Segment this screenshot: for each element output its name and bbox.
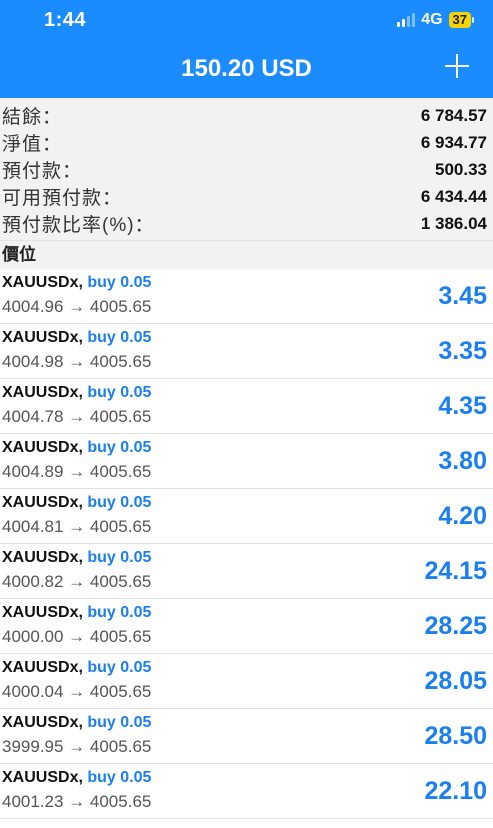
position-header: XAUUSDx, buy 0.05 (2, 384, 151, 402)
position-side: buy 0.05 (87, 439, 152, 456)
position-row[interactable]: XAUUSDx, buy 0.05 4000.82 → 4005.65 24.1… (0, 544, 493, 599)
position-symbol: XAUUSDx, (2, 549, 83, 566)
position-profit: 22.10 (424, 777, 487, 805)
summary-row: 結餘： 6 784.57 (2, 102, 487, 129)
position-symbol: XAUUSDx, (2, 659, 83, 676)
summary-row: 預付款比率(%)： 1 386.04 (2, 210, 487, 237)
position-profit: 4.20 (438, 502, 487, 530)
status-bar: 1:44 4G 37 (0, 0, 493, 38)
position-side: buy 0.05 (87, 769, 152, 786)
position-prices: 4001.23 → 4005.65 (2, 792, 152, 811)
position-profit: 3.45 (438, 282, 487, 310)
position-prices: 4000.82 → 4005.65 (2, 572, 152, 591)
battery-level: 37 (452, 12, 467, 27)
position-side: buy 0.05 (87, 329, 152, 346)
position-header: XAUUSDx, buy 0.05 (2, 659, 151, 677)
position-header: XAUUSDx, buy 0.05 (2, 714, 151, 732)
position-profit: 28.05 (424, 667, 487, 695)
position-row[interactable]: XAUUSDx, buy 0.05 4004.89 → 4005.65 3.80 (0, 434, 493, 489)
position-side: buy 0.05 (87, 659, 152, 676)
position-profit: 3.35 (438, 337, 487, 365)
position-row[interactable]: XAUUSDx, buy 0.05 4001.23 → 4005.65 22.1… (0, 764, 493, 819)
position-header: XAUUSDx, buy 0.05 (2, 494, 151, 512)
position-profit: 28.25 (424, 612, 487, 640)
positions-section-title: 價位 (0, 240, 493, 269)
status-time: 1:44 (44, 9, 87, 31)
position-profit: 3.80 (438, 447, 487, 475)
summary-value: 6 934.77 (420, 132, 487, 152)
summary-label: 淨值： (2, 134, 63, 155)
position-prices: 3999.95 → 4005.65 (2, 737, 152, 756)
position-prices: 4004.96 → 4005.65 (2, 297, 152, 316)
position-header: XAUUSDx, buy 0.05 (2, 439, 151, 457)
summary-label: 預付款比率(%)： (2, 215, 155, 236)
position-header: XAUUSDx, buy 0.05 (2, 329, 151, 347)
position-header: XAUUSDx, buy 0.05 (2, 274, 151, 292)
position-profit: 24.15 (424, 557, 487, 585)
position-symbol: XAUUSDx, (2, 604, 83, 621)
position-symbol: XAUUSDx, (2, 329, 83, 346)
network-label: 4G (421, 11, 443, 28)
position-side: buy 0.05 (87, 384, 152, 401)
position-prices: 4004.89 → 4005.65 (2, 462, 152, 481)
position-symbol: XAUUSDx, (2, 494, 83, 511)
summary-value: 500.33 (435, 159, 487, 179)
summary-row: 可用預付款： 6 434.44 (2, 183, 487, 210)
summary-value: 6 784.57 (420, 105, 487, 125)
position-row[interactable]: XAUUSDx, buy 0.05 4000.00 → 4005.65 28.2… (0, 599, 493, 654)
position-row[interactable]: XAUUSDx, buy 0.05 4004.78 → 4005.65 4.35 (0, 379, 493, 434)
position-side: buy 0.05 (87, 274, 152, 291)
position-header: XAUUSDx, buy 0.05 (2, 549, 151, 567)
position-symbol: XAUUSDx, (2, 714, 83, 731)
summary-row: 預付款： 500.33 (2, 156, 487, 183)
summary-label: 可用預付款： (2, 188, 123, 209)
position-prices: 4004.98 → 4005.65 (2, 352, 152, 371)
account-summary: 結餘： 6 784.57 淨值： 6 934.77 預付款： 500.33 可用… (0, 98, 493, 240)
battery-icon: 37 (448, 12, 475, 28)
position-symbol: XAUUSDx, (2, 274, 83, 291)
position-side: buy 0.05 (87, 494, 152, 511)
position-row[interactable]: XAUUSDx, buy 0.05 4000.04 → 4005.65 28.0… (0, 654, 493, 709)
position-row[interactable]: XAUUSDx, buy 0.05 3999.95 → 4005.65 28.5… (0, 709, 493, 764)
position-row[interactable]: XAUUSDx, buy 0.05 4004.98 → 4005.65 3.35 (0, 324, 493, 379)
summary-label: 預付款： (2, 161, 83, 182)
signal-icon (397, 13, 416, 27)
plus-icon[interactable] (443, 52, 471, 80)
summary-row: 淨值： 6 934.77 (2, 129, 487, 156)
position-row[interactable]: XAUUSDx, buy 0.05 4004.81 → 4005.65 4.20 (0, 489, 493, 544)
position-header: XAUUSDx, buy 0.05 (2, 604, 151, 622)
summary-value: 6 434.44 (420, 186, 487, 206)
position-side: buy 0.05 (87, 549, 152, 566)
top-bar: 1:44 4G 37 150.20 USD (0, 0, 493, 98)
position-header: XAUUSDx, buy 0.05 (2, 769, 151, 787)
position-side: buy 0.05 (87, 714, 152, 731)
position-symbol: XAUUSDx, (2, 384, 83, 401)
position-prices: 4000.04 → 4005.65 (2, 682, 152, 701)
position-row[interactable]: XAUUSDx, buy 0.05 4004.96 → 4005.65 3.45 (0, 269, 493, 324)
position-prices: 4004.78 → 4005.65 (2, 407, 152, 426)
position-profit: 28.50 (424, 722, 487, 750)
position-prices: 4000.00 → 4005.65 (2, 627, 152, 646)
summary-value: 1 386.04 (420, 213, 487, 233)
position-side: buy 0.05 (87, 604, 152, 621)
position-symbol: XAUUSDx, (2, 769, 83, 786)
summary-label: 結餘： (2, 107, 63, 128)
position-prices: 4004.81 → 4005.65 (2, 517, 152, 536)
status-indicators: 4G 37 (397, 11, 475, 29)
position-profit: 4.35 (438, 392, 487, 420)
positions-list: XAUUSDx, buy 0.05 4004.96 → 4005.65 3.45… (0, 269, 493, 819)
position-symbol: XAUUSDx, (2, 439, 83, 456)
header-title: 150.20 USD (181, 55, 312, 82)
